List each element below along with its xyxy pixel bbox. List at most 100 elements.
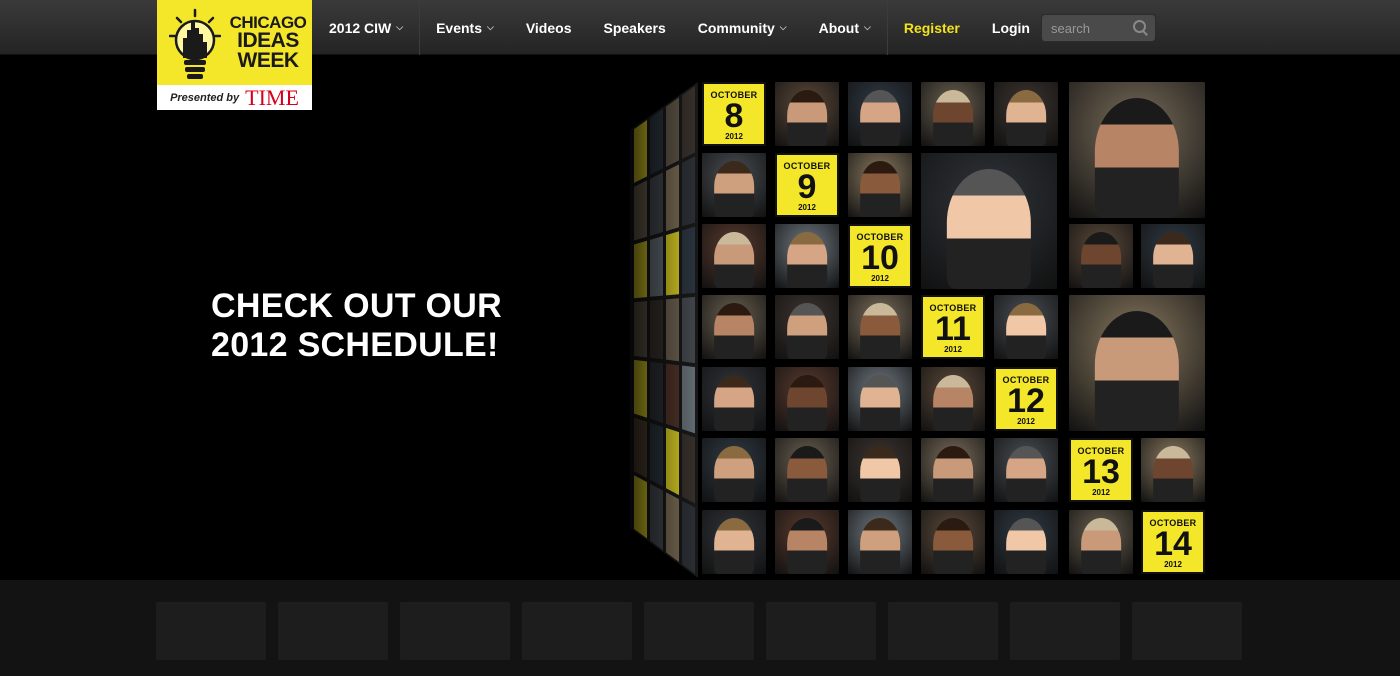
nav-item-community[interactable]: Community ⌵: [682, 0, 803, 55]
nav-item-events[interactable]: Events ⌵: [420, 0, 510, 55]
speaker-photo[interactable]: [775, 438, 839, 502]
footer-thumbnail[interactable]: [522, 602, 632, 660]
login-link[interactable]: Login: [976, 0, 1046, 55]
hero-headline[interactable]: CHECK OUT OUR 2012 SCHEDULE!: [211, 287, 502, 365]
speaker-photo[interactable]: [1141, 224, 1205, 288]
date-day: 11: [935, 310, 971, 348]
speaker-portrait: [860, 374, 900, 431]
speaker-portrait: [860, 89, 900, 146]
nav-menu: 2012 CIW ⌵ Events ⌵ Videos Speakers Comm…: [313, 0, 1046, 55]
schedule-date-tile[interactable]: OCTOBER 12 2012: [994, 367, 1058, 431]
speaker-portrait: [714, 517, 754, 574]
date-day: 10: [861, 239, 899, 277]
register-link[interactable]: Register: [888, 0, 976, 55]
speaker-portrait: [1094, 311, 1180, 431]
speaker-portrait: [1006, 302, 1046, 359]
site-logo[interactable]: CHICAGO IDEAS WEEK Presented by TIME: [157, 0, 312, 110]
footer-thumbnail[interactable]: [1010, 602, 1120, 660]
footer-thumbnail[interactable]: [156, 602, 266, 660]
date-year: 2012: [1017, 417, 1035, 426]
date-year: 2012: [1092, 488, 1110, 497]
footer-thumbnail[interactable]: [1132, 602, 1242, 660]
speaker-photo[interactable]: [848, 82, 912, 146]
speaker-photo[interactable]: [775, 295, 839, 359]
speaker-photo[interactable]: [921, 510, 985, 574]
schedule-date-tile[interactable]: OCTOBER 9 2012: [775, 153, 839, 217]
date-day: 8: [724, 97, 744, 135]
speaker-portrait: [933, 374, 973, 431]
footer-strip: [0, 580, 1400, 676]
speaker-photo[interactable]: [702, 295, 766, 359]
speaker-photo[interactable]: [1141, 438, 1205, 502]
nav-item-speakers[interactable]: Speakers: [587, 0, 681, 55]
speaker-portrait: [787, 445, 827, 502]
speaker-photo[interactable]: [775, 510, 839, 574]
schedule-date-tile[interactable]: OCTOBER 11 2012: [921, 295, 985, 359]
speaker-photo[interactable]: [921, 367, 985, 431]
date-year: 2012: [1164, 560, 1182, 569]
speaker-portrait: [714, 160, 754, 217]
speaker-portrait: [1081, 231, 1121, 288]
speaker-portrait: [946, 169, 1032, 289]
footer-thumbnail[interactable]: [400, 602, 510, 660]
date-year: 2012: [871, 274, 889, 283]
speaker-photo[interactable]: [1069, 510, 1133, 574]
speaker-photo[interactable]: [921, 82, 985, 146]
speaker-photo-cube[interactable]: OCTOBER 8 2012 OCTOBER 9 2012 OCTOBER 10 2012 OCT…: [630, 80, 1210, 580]
footer-thumbnail[interactable]: [888, 602, 998, 660]
speaker-photo[interactable]: [921, 438, 985, 502]
schedule-date-tile[interactable]: OCTOBER 8 2012: [702, 82, 766, 146]
speaker-photo[interactable]: [775, 367, 839, 431]
speaker-photo[interactable]: [775, 82, 839, 146]
speaker-photo[interactable]: [702, 510, 766, 574]
chevron-down-icon: ⌵: [864, 22, 871, 32]
schedule-date-tile[interactable]: OCTOBER 14 2012: [1141, 510, 1205, 574]
speaker-portrait: [860, 160, 900, 217]
logo-line: WEEK: [237, 49, 300, 72]
speaker-photo[interactable]: [848, 367, 912, 431]
speaker-photo[interactable]: [1069, 295, 1205, 431]
speaker-photo[interactable]: [702, 153, 766, 217]
schedule-date-tile[interactable]: OCTOBER 13 2012: [1069, 438, 1133, 502]
headline-line: 2012 SCHEDULE!: [211, 326, 499, 364]
speaker-photo[interactable]: [702, 367, 766, 431]
speaker-photo[interactable]: [994, 510, 1058, 574]
schedule-date-tile[interactable]: OCTOBER 10 2012: [848, 224, 912, 288]
speaker-photo[interactable]: [702, 224, 766, 288]
speaker-photo[interactable]: [848, 295, 912, 359]
speaker-photo[interactable]: [1069, 82, 1205, 218]
footer-thumbnail[interactable]: [278, 602, 388, 660]
search-input[interactable]: [1042, 20, 1130, 36]
footer-thumbnail[interactable]: [766, 602, 876, 660]
date-day: 12: [1007, 382, 1045, 420]
speaker-portrait: [787, 89, 827, 146]
speaker-photo[interactable]: [994, 438, 1058, 502]
date-day: 13: [1082, 453, 1120, 491]
speaker-photo[interactable]: [1069, 224, 1133, 288]
speaker-portrait: [933, 89, 973, 146]
speaker-photo[interactable]: [848, 510, 912, 574]
nav-item-videos[interactable]: Videos: [510, 0, 588, 55]
nav-item-label: Speakers: [603, 19, 666, 36]
speaker-portrait: [714, 302, 754, 359]
speaker-portrait: [787, 231, 827, 288]
speaker-portrait: [860, 517, 900, 574]
speaker-photo[interactable]: [848, 153, 912, 217]
nav-item-about[interactable]: About ⌵: [803, 0, 887, 55]
speaker-photo[interactable]: [702, 438, 766, 502]
speaker-photo[interactable]: [994, 295, 1058, 359]
speaker-portrait: [1153, 445, 1193, 502]
speaker-photo[interactable]: [994, 82, 1058, 146]
nav-item-label: 2012 CIW: [329, 19, 392, 36]
time-logo: TIME: [245, 84, 299, 110]
footer-thumbnail[interactable]: [644, 602, 754, 660]
headline-line: CHECK OUT OUR: [211, 287, 503, 325]
speaker-photo[interactable]: [775, 224, 839, 288]
speaker-portrait: [860, 302, 900, 359]
speaker-photo[interactable]: [848, 438, 912, 502]
date-day: 9: [797, 168, 817, 206]
nav-item-2012-ciw[interactable]: 2012 CIW ⌵: [313, 0, 419, 55]
search-icon[interactable]: [1130, 17, 1152, 39]
speaker-photo[interactable]: [921, 153, 1057, 289]
nav-item-label: About: [818, 19, 860, 36]
